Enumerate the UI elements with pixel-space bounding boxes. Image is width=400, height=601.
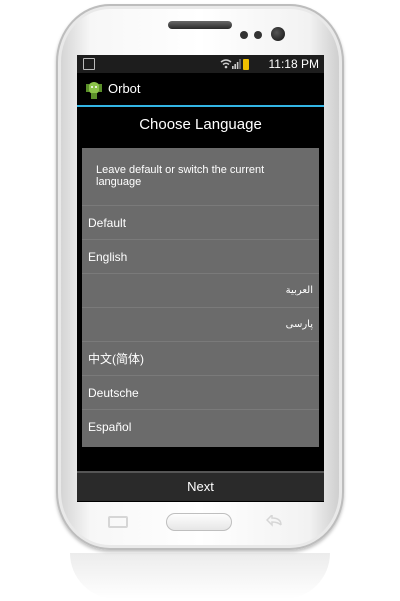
menu-key-icon[interactable] (108, 516, 128, 528)
status-bar: 11:18 PM (77, 55, 324, 73)
home-button[interactable] (166, 513, 232, 531)
wifi-icon (220, 59, 232, 69)
language-list: Default English العربية پارسی 中文(简体) Deu… (82, 205, 319, 443)
language-item-spanish[interactable]: Español (82, 409, 319, 443)
status-icons (220, 57, 250, 71)
wizard-content: Choose Language Leave default or switch … (77, 107, 324, 502)
phone-screen: 11:18 PM Orbot Choose Language Leave def… (77, 55, 324, 502)
language-item-chinese[interactable]: 中文(简体) (82, 341, 319, 375)
instructions-text: Leave default or switch the current lang… (96, 164, 265, 188)
image-icon (83, 58, 95, 70)
phone-reflection (70, 553, 330, 599)
language-item-german[interactable]: Deutsche (82, 375, 319, 409)
app-bar: Orbot (77, 73, 324, 107)
signal-icon (232, 59, 241, 69)
language-item-english[interactable]: English (82, 239, 319, 273)
language-item-farsi[interactable]: پارسی (82, 307, 319, 341)
status-time: 11:18 PM (268, 57, 319, 71)
back-key-icon[interactable] (266, 515, 284, 527)
battery-icon (243, 59, 249, 70)
next-button[interactable]: Next (77, 471, 324, 501)
language-item-default[interactable]: Default (82, 205, 319, 239)
language-panel: Leave default or switch the current lang… (82, 148, 319, 447)
orbot-logo-icon (86, 82, 102, 99)
earpiece-speaker (168, 21, 232, 29)
app-title: Orbot (108, 81, 141, 96)
front-camera (271, 27, 285, 41)
page-title: Choose Language (139, 116, 262, 133)
proximity-sensor (240, 31, 248, 39)
language-item-arabic[interactable]: العربية (82, 273, 319, 307)
light-sensor (254, 31, 262, 39)
